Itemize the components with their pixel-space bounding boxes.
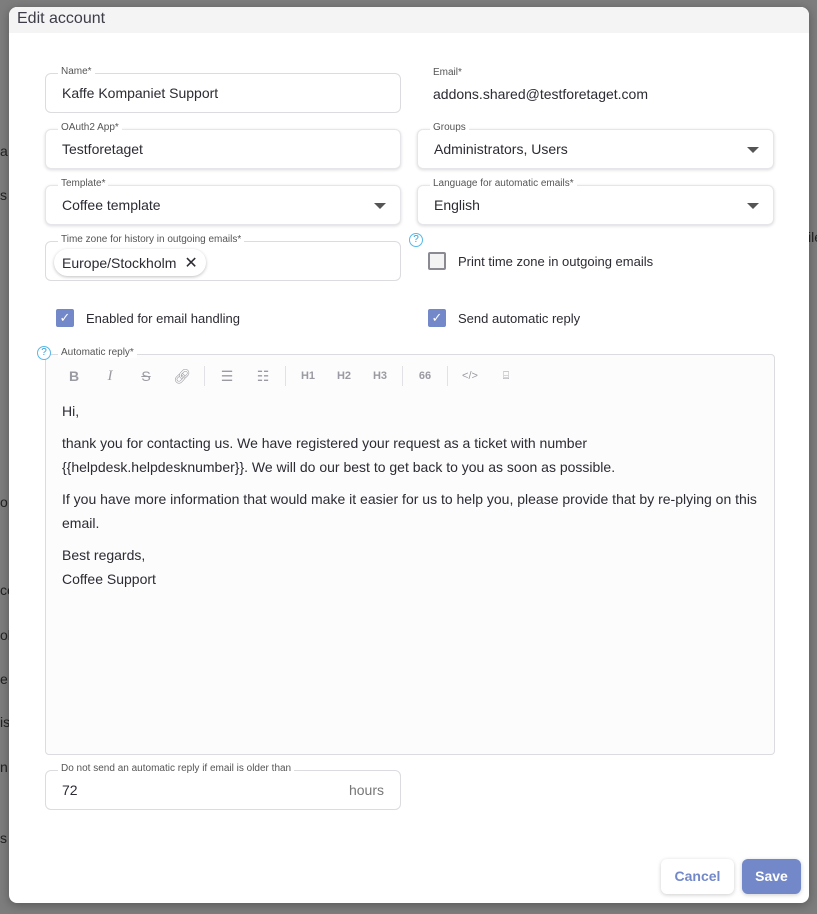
groups-select[interactable]: Groups Administrators, Users [417, 122, 774, 169]
numbered-list-icon[interactable]: ☷ [245, 368, 281, 385]
bg-text: o [0, 494, 8, 510]
enabled-email-handling-checkbox[interactable]: ✓ Enabled for email handling [56, 309, 240, 327]
checkbox-unchecked-icon [428, 252, 446, 270]
oauth-app-field[interactable]: OAuth2 App* Testforetaget [45, 122, 401, 169]
divider [447, 366, 448, 386]
save-button[interactable]: Save [742, 859, 801, 894]
template-value: Coffee template [62, 197, 161, 213]
heading1-button[interactable]: H1 [290, 370, 326, 382]
chevron-down-icon [747, 147, 759, 153]
strikethrough-icon[interactable]: S [128, 368, 164, 384]
unit-label: hours [348, 782, 384, 798]
timezone-chip: Europe/Stockholm ✕ [54, 249, 206, 276]
checkbox-label: Print time zone in outgoing emails [458, 253, 654, 269]
bg-text: e [0, 671, 8, 687]
paragraph: thank you for contacting us. We have reg… [62, 435, 616, 475]
chevron-down-icon [374, 203, 386, 209]
language-value: English [434, 197, 480, 213]
template-label: Template* [58, 178, 109, 189]
blockquote-icon[interactable]: 66 [407, 370, 443, 382]
code-icon[interactable]: </> [452, 370, 488, 382]
signoff-line: Coffee Support [62, 571, 156, 587]
bg-text: ile [808, 229, 817, 245]
divider [402, 366, 403, 386]
edit-account-dialog: Edit account Name* Kaffe Kompaniet Suppo… [9, 7, 809, 903]
timezone-label: Time zone for history in outgoing emails… [58, 234, 245, 245]
max-age-hours-field[interactable]: Do not send an automatic reply if email … [45, 763, 401, 810]
groups-label: Groups [430, 122, 469, 133]
email-display: Email* addons.shared@testforetaget.com [433, 67, 648, 102]
bg-text: s [0, 187, 7, 203]
divider [285, 366, 286, 386]
divider [204, 366, 205, 386]
reply-label: Automatic reply* [58, 347, 137, 358]
editor-toolbar: B I S 🔗︎ ☰ ☷ H1 H2 H3 66 </> ⌸ [46, 355, 774, 391]
max-age-value: 72 [62, 782, 78, 798]
checkbox-label: Send automatic reply [458, 310, 581, 326]
bg-text: s [0, 830, 7, 846]
bg-text: n [0, 759, 8, 775]
name-label: Name* [58, 66, 95, 77]
heading3-button[interactable]: H3 [362, 370, 398, 382]
editor-content[interactable]: Hi, thank you for contacting us. We have… [46, 391, 774, 599]
timezone-field[interactable]: Time zone for history in outgoing emails… [45, 234, 401, 281]
checkmark-icon: ✓ [428, 309, 446, 327]
language-label: Language for automatic emails* [430, 178, 577, 189]
signoff-line: Best regards, [62, 547, 146, 563]
email-label: Email* [433, 67, 462, 78]
oauth-value: Testforetaget [62, 141, 143, 157]
email-value: addons.shared@testforetaget.com [433, 86, 649, 102]
template-select[interactable]: Template* Coffee template [45, 178, 401, 225]
checkbox-label: Enabled for email handling [86, 310, 240, 326]
name-value: Kaffe Kompaniet Support [62, 85, 219, 101]
close-icon[interactable]: ✕ [184, 253, 197, 273]
send-automatic-reply-checkbox[interactable]: ✓ Send automatic reply [428, 309, 580, 327]
bold-icon[interactable]: B [56, 368, 92, 384]
dialog-title: Edit account [9, 7, 809, 33]
language-select[interactable]: Language for automatic emails* English [417, 178, 774, 225]
help-icon[interactable]: ? [37, 346, 51, 360]
help-icon[interactable]: ? [409, 233, 423, 247]
chip-label: Europe/Stockholm [62, 254, 177, 271]
cancel-button[interactable]: Cancel [661, 859, 734, 894]
italic-icon[interactable]: I [92, 368, 128, 385]
heading2-button[interactable]: H2 [326, 370, 362, 382]
code-block-icon[interactable]: ⌸ [488, 370, 524, 383]
paragraph: Hi, [62, 403, 80, 419]
automatic-reply-editor[interactable]: Automatic reply* B I S 🔗︎ ☰ ☷ H1 H2 H3 6… [45, 347, 775, 755]
oauth-label: OAuth2 App* [58, 122, 122, 133]
print-timezone-checkbox[interactable]: Print time zone in outgoing emails [428, 252, 653, 270]
chevron-down-icon [747, 203, 759, 209]
groups-value: Administrators, Users [434, 141, 568, 157]
bullet-list-icon[interactable]: ☰ [209, 368, 245, 385]
bg-text: a [0, 143, 8, 159]
max-age-label: Do not send an automatic reply if email … [58, 763, 295, 774]
checkmark-icon: ✓ [56, 309, 74, 327]
paragraph: If you have more information that would … [62, 491, 757, 531]
name-field[interactable]: Name* Kaffe Kompaniet Support [45, 66, 401, 113]
link-icon[interactable]: 🔗︎ [164, 368, 200, 385]
